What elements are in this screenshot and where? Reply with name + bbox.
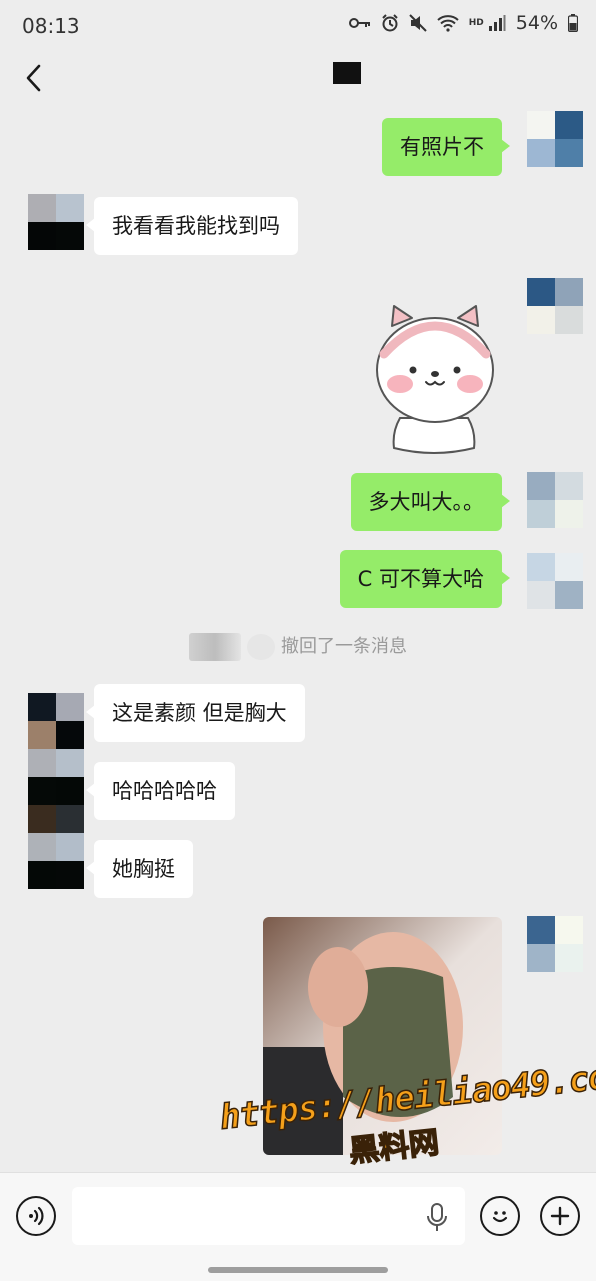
plus-icon	[550, 1206, 570, 1226]
mute-icon	[409, 14, 427, 32]
emoji-button[interactable]	[480, 1196, 520, 1236]
my-avatar[interactable]	[527, 916, 583, 972]
home-indicator[interactable]	[208, 1267, 388, 1273]
cat-sticker[interactable]	[372, 300, 498, 455]
message-bubble-incoming[interactable]: 哈哈哈哈哈	[86, 762, 235, 820]
network-label: HD	[468, 17, 484, 28]
mic-button[interactable]	[426, 1203, 448, 1237]
redacted-name	[189, 633, 241, 661]
message-bubble-incoming[interactable]: 我看看我能找到吗	[86, 197, 298, 255]
status-time: 08:13	[22, 14, 80, 38]
wifi-icon	[437, 15, 459, 32]
voice-wave-icon	[29, 1206, 44, 1226]
recall-text: 撤回了一条消息	[281, 636, 407, 657]
message-bubble-incoming[interactable]: 这是素颜 但是胸大	[86, 684, 305, 742]
battery-percent: 54%	[515, 12, 558, 34]
back-button[interactable]	[18, 62, 50, 94]
message-bubble-incoming[interactable]: 她胸挺	[86, 840, 193, 898]
signal-icon	[488, 15, 506, 31]
battery-icon	[568, 14, 578, 32]
status-bar: 08:13 HD 54%	[0, 0, 596, 52]
redacted-name	[247, 634, 275, 660]
smiley-icon	[492, 1211, 508, 1223]
contact-avatar[interactable]	[28, 194, 84, 250]
message-bubble-outgoing[interactable]: 多大叫大。。	[350, 473, 510, 531]
alarm-icon	[382, 14, 398, 32]
voice-toggle-button[interactable]	[16, 1196, 56, 1236]
contact-avatar-stack[interactable]	[28, 693, 84, 889]
chevron-left-icon	[26, 64, 41, 92]
system-recall-notice: 撤回了一条消息	[0, 632, 596, 661]
message-bubble-outgoing[interactable]: 有照片不	[382, 118, 510, 176]
key-icon	[348, 18, 370, 28]
chat-title-redacted	[333, 62, 361, 84]
message-bubble-outgoing[interactable]: C 可不算大哈	[339, 550, 511, 608]
microphone-icon	[427, 1203, 447, 1231]
status-icons: HD 54%	[348, 12, 578, 34]
chat-header	[0, 52, 596, 108]
message-input[interactable]	[72, 1187, 465, 1245]
my-avatar[interactable]	[527, 553, 583, 609]
my-avatar[interactable]	[527, 278, 583, 334]
more-options-button[interactable]	[540, 1196, 580, 1236]
my-avatar[interactable]	[527, 111, 583, 167]
input-bar	[0, 1172, 596, 1281]
my-avatar[interactable]	[527, 472, 583, 528]
